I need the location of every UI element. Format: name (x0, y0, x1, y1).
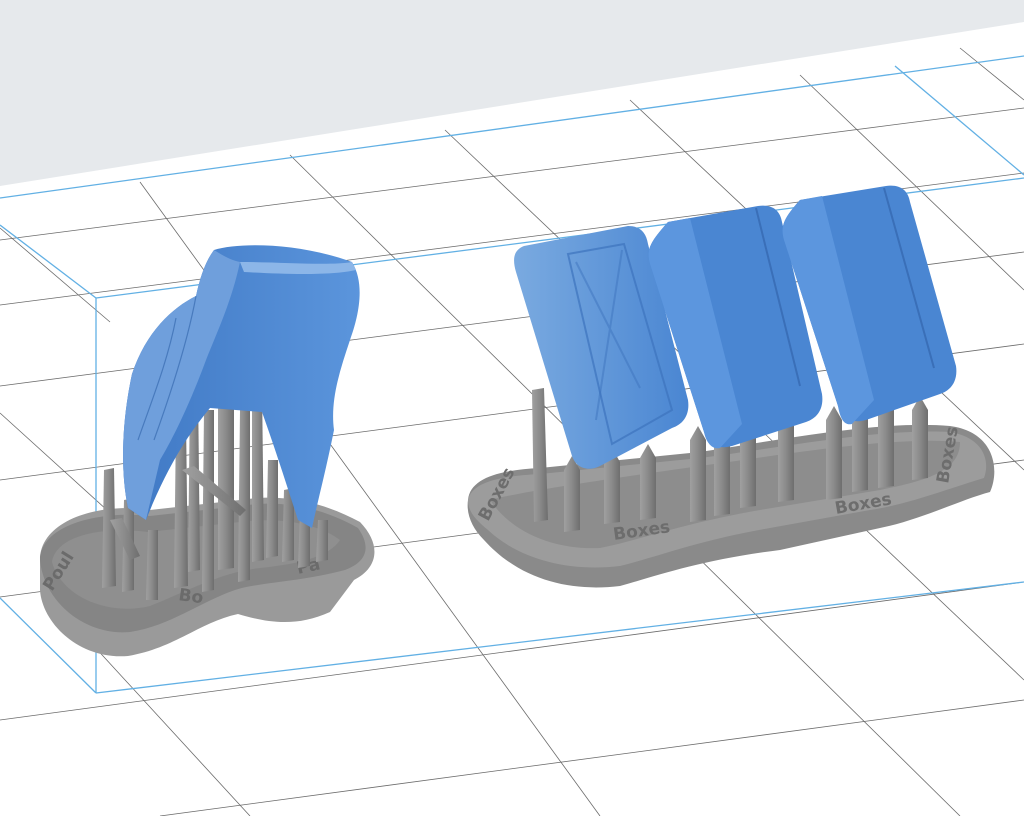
3d-viewport[interactable]: Poul Bo Pa Boxes Boxes Boxes Boxes (0, 0, 1024, 816)
base-label: Bo (177, 585, 204, 608)
